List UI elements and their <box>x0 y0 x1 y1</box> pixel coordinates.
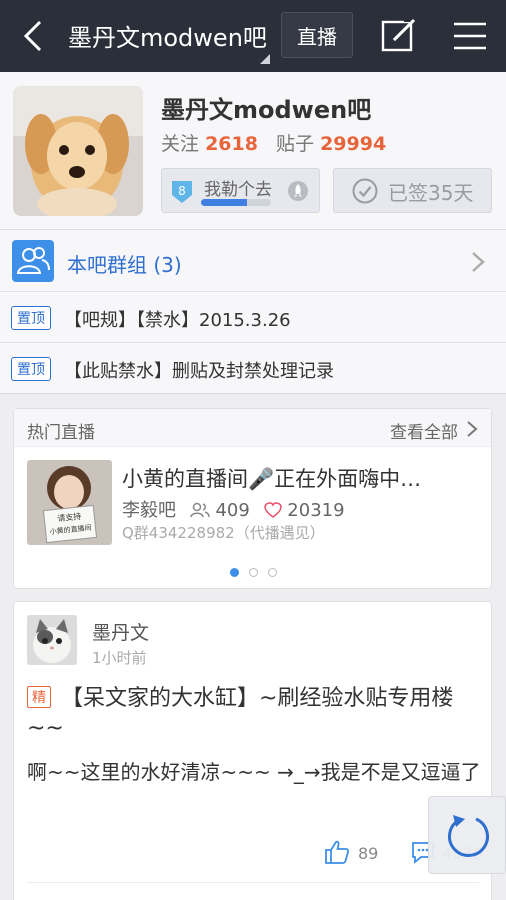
author-avatar[interactable] <box>27 615 77 665</box>
group-icon <box>12 240 54 282</box>
view-all-link[interactable]: 查看全部 <box>390 418 458 443</box>
thread-like-count: 89 <box>358 844 379 863</box>
pinned-post-title: 【此贴禁水】删贴及封禁处理记录 <box>64 361 334 382</box>
hot-live-card: 热门直播 查看全部 请支持 小黄的直播间 小黄的直播间🎤正在外面嗨中… 李毅吧 … <box>13 408 492 589</box>
forum-header: 墨丹文modwen吧 关注 2618 贴子 29994 8 我勒个去 已签35天 <box>0 72 506 230</box>
level-badge-icon: 8 <box>172 181 192 203</box>
level-progress-fill <box>201 199 247 206</box>
thumbs-up-icon[interactable] <box>324 839 350 865</box>
chevron-right-icon <box>472 252 485 272</box>
rocket-icon[interactable] <box>288 181 308 201</box>
author-name[interactable]: 墨丹文 <box>92 618 149 645</box>
follow-count: 2618 <box>205 133 258 155</box>
forum-groups-row[interactable]: 本吧群组 (3) <box>0 230 506 292</box>
refresh-icon <box>448 815 489 857</box>
divider <box>27 882 479 883</box>
pinned-badge: 置顶 <box>11 306 51 330</box>
back-arrow-icon[interactable] <box>14 16 54 56</box>
forum-stats: 关注 2618 贴子 29994 <box>161 129 398 156</box>
refresh-button[interactable] <box>428 796 506 874</box>
live-room-meta: 李毅吧 409 20319 <box>122 496 345 522</box>
pinned-post-item[interactable]: 置顶 【吧规】【禁水】2015.3.26 <box>0 292 506 343</box>
post-time: 1小时前 <box>92 649 147 667</box>
sign-in-button[interactable]: 已签35天 <box>333 168 492 213</box>
check-circle-icon <box>352 178 378 204</box>
heart-icon <box>263 502 282 518</box>
groups-label: 本吧群组 (3) <box>67 253 182 277</box>
live-button[interactable]: 直播 <box>281 12 353 58</box>
top-navigation-bar: 墨丹文modwen吧 直播 <box>0 0 506 72</box>
like-count: 20319 <box>287 500 345 521</box>
posts-label: 贴子 <box>276 133 315 155</box>
thread-excerpt: 啊~~这里的水好清凉~~~ →_→我是不是又逗逼了 <box>27 760 481 784</box>
live-forum-name: 李毅吧 <box>122 500 176 521</box>
dropdown-indicator-icon <box>260 54 270 64</box>
forum-title[interactable]: 墨丹文modwen吧 <box>68 18 267 53</box>
live-room-title[interactable]: 小黄的直播间🎤正在外面嗨中… <box>122 463 421 493</box>
level-progress-bar <box>201 199 271 206</box>
posts-count: 29994 <box>320 133 387 155</box>
follow-label: 关注 <box>161 133 200 155</box>
hot-live-header: 热门直播 查看全部 <box>14 409 491 447</box>
viewer-count: 409 <box>215 500 250 521</box>
compose-icon[interactable] <box>380 16 418 54</box>
live-room-thumbnail[interactable]: 请支持 小黄的直播间 <box>27 460 112 545</box>
member-level-panel[interactable]: 8 我勒个去 <box>161 168 320 213</box>
carousel-dot[interactable] <box>249 568 258 577</box>
carousel-dot[interactable] <box>268 568 277 577</box>
pinned-post-title: 【吧规】【禁水】2015.3.26 <box>64 310 291 331</box>
thread-title[interactable]: 【呆文家的大水缸】~刷经验水贴专用楼~~ <box>27 684 483 744</box>
carousel-dot[interactable] <box>230 568 239 577</box>
pinned-post-item[interactable]: 置顶 【此贴禁水】删贴及封禁处理记录 <box>0 343 506 394</box>
pinned-badge: 置顶 <box>11 357 51 381</box>
thread-card[interactable]: 墨丹文 1小时前 精 【呆文家的大水缸】~刷经验水贴专用楼~~ 啊~~这里的水好… <box>13 601 492 900</box>
carousel-indicator <box>230 568 277 577</box>
chevron-right-icon[interactable] <box>466 421 478 437</box>
live-room-subtitle: Q群434228982（代播遇见） <box>122 524 325 542</box>
hot-live-heading: 热门直播 <box>27 423 95 443</box>
forum-avatar[interactable] <box>13 86 143 216</box>
level-title: 我勒个去 <box>204 180 272 200</box>
menu-icon[interactable] <box>452 20 488 52</box>
viewers-icon <box>189 502 210 518</box>
level-number: 8 <box>178 184 186 198</box>
signed-days-label: 已签35天 <box>388 181 474 205</box>
forum-name: 墨丹文modwen吧 <box>161 96 372 124</box>
